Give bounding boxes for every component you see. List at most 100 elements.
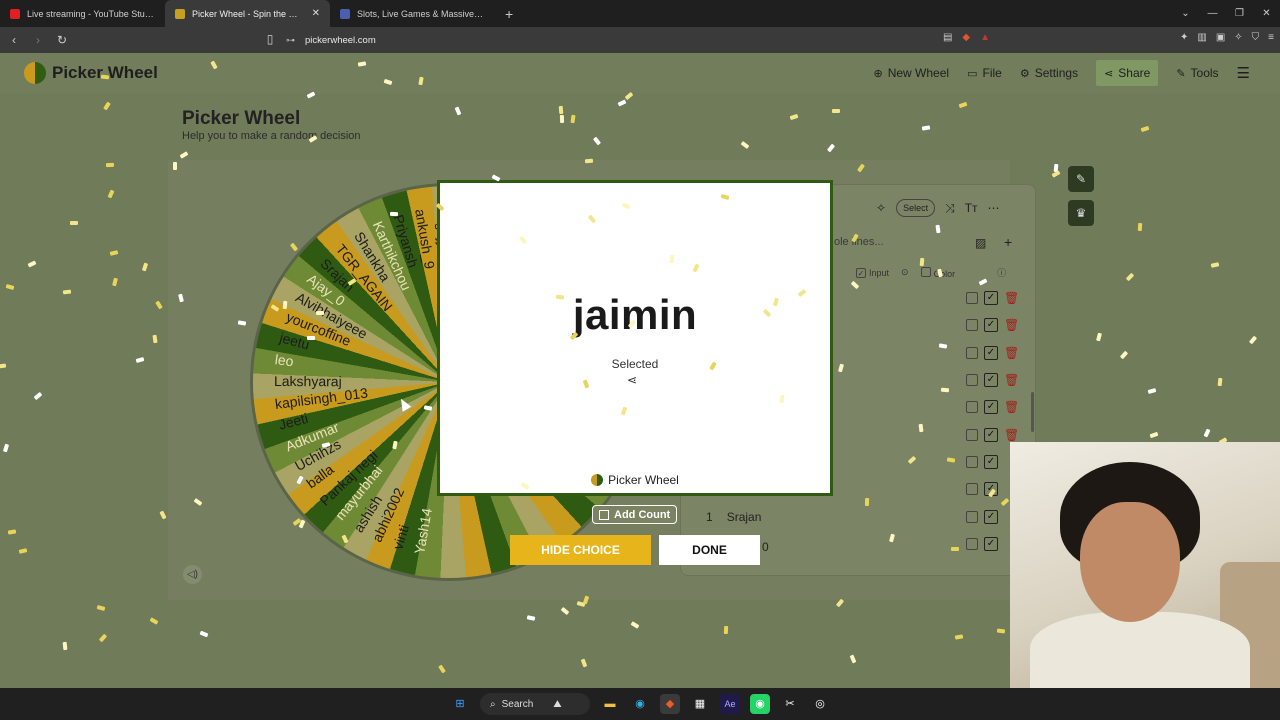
entry-checkbox[interactable]: ✓ bbox=[984, 291, 998, 305]
copy-entry-icon[interactable] bbox=[966, 347, 978, 359]
delete-entry-icon[interactable]: 🗑 bbox=[1004, 291, 1019, 305]
capcut-icon[interactable]: ✂ bbox=[780, 694, 800, 714]
back-icon[interactable]: ‹ bbox=[4, 33, 24, 47]
copy-entry-icon[interactable] bbox=[966, 483, 978, 495]
copy-entry-icon[interactable] bbox=[966, 401, 978, 413]
bookmark-icon[interactable]: ▯ bbox=[260, 32, 280, 46]
share-result-icon[interactable]: ⋖ bbox=[627, 373, 637, 387]
sound-toggle-icon[interactable]: ◁) bbox=[183, 565, 202, 584]
list-item[interactable]: 1 Srajan bbox=[706, 510, 761, 524]
minimize-icon[interactable]: — bbox=[1199, 0, 1226, 27]
microsoft-store-icon[interactable]: ▦ bbox=[690, 694, 710, 714]
confetti-piece bbox=[438, 664, 446, 674]
file-explorer-icon[interactable]: ▬ bbox=[600, 694, 620, 714]
delete-entry-icon[interactable]: 🗑 bbox=[1004, 318, 1019, 332]
info-icon[interactable]: ⓘ bbox=[997, 266, 1006, 279]
copy-entry-icon[interactable] bbox=[966, 292, 978, 304]
entry-checkbox[interactable]: ✓ bbox=[984, 400, 998, 414]
hide-choice-button[interactable]: HIDE CHOICE bbox=[510, 535, 651, 565]
file-button[interactable]: ▭ File bbox=[967, 66, 1002, 80]
trophy-icon[interactable]: ♛ bbox=[1068, 200, 1094, 226]
confetti-piece bbox=[624, 91, 634, 101]
confetti-piece bbox=[1149, 431, 1159, 439]
copy-entry-icon[interactable] bbox=[966, 374, 978, 386]
tab-picker-wheel[interactable]: Picker Wheel - Spin the Wheel to ✕ bbox=[165, 0, 330, 27]
tab-list-chevron-icon[interactable]: ⌄ bbox=[1172, 0, 1199, 27]
share-button[interactable]: ⋖ Share bbox=[1096, 60, 1159, 86]
edge-browser-icon[interactable]: ◉ bbox=[630, 694, 650, 714]
more-options-icon[interactable]: ⋯ bbox=[988, 201, 1000, 215]
obs-icon[interactable]: ◎ bbox=[810, 694, 830, 714]
tab-youtube-studio[interactable]: Live streaming - YouTube Studio bbox=[0, 0, 165, 27]
confetti-piece bbox=[1203, 428, 1211, 438]
tab-slots[interactable]: Slots, Live Games & Massive Jackpot bbox=[330, 0, 495, 27]
entry-checkbox[interactable]: ✓ bbox=[984, 455, 998, 469]
settings-button[interactable]: ⚙ Settings bbox=[1020, 66, 1078, 80]
after-effects-icon[interactable]: Ae bbox=[720, 694, 740, 714]
select-button[interactable]: Select bbox=[896, 199, 936, 217]
site-logo[interactable]: Picker Wheel bbox=[24, 62, 158, 84]
add-count-checkbox[interactable]: Add Count bbox=[592, 505, 678, 524]
taskbar-search[interactable]: ⌕ Search ⛰ bbox=[480, 693, 590, 715]
panel-scrollbar[interactable] bbox=[1031, 392, 1034, 432]
delete-entry-icon[interactable]: 🗑 bbox=[1004, 346, 1019, 360]
wallet-icon[interactable]: ▣ bbox=[1216, 32, 1225, 43]
copy-entry-icon[interactable] bbox=[966, 429, 978, 441]
add-entry-icon[interactable]: + bbox=[1004, 234, 1012, 250]
windows-start-icon[interactable]: ⊞ bbox=[450, 694, 470, 714]
eye-icon[interactable]: ⊙ bbox=[901, 267, 909, 278]
search-icon: ⌕ bbox=[490, 698, 496, 710]
sidebar-icon[interactable]: ▥ bbox=[1197, 32, 1206, 43]
close-tab-icon[interactable]: ✕ bbox=[312, 8, 320, 19]
input-column[interactable]: ✓ Input bbox=[856, 267, 889, 278]
address-bar[interactable]: ⊶ pickerwheel.com bbox=[280, 29, 1022, 51]
brave-browser-icon[interactable]: ◆ bbox=[660, 694, 680, 714]
whatsapp-icon[interactable]: ◉ bbox=[750, 694, 770, 714]
brave-shield-icon[interactable]: ◆ bbox=[962, 32, 970, 43]
nav-label: Settings bbox=[1034, 66, 1079, 80]
modal-branding: Picker Wheel bbox=[440, 473, 830, 487]
site-info-icon[interactable]: ⊶ bbox=[286, 35, 295, 46]
rewards-icon[interactable]: ▲ bbox=[980, 32, 990, 43]
confetti-piece bbox=[0, 363, 7, 369]
entry-row-controls: ✓ bbox=[966, 537, 998, 551]
confetti-piece bbox=[582, 595, 590, 605]
reload-icon[interactable]: ↻ bbox=[52, 33, 72, 47]
delete-entry-icon[interactable]: 🗑 bbox=[1004, 428, 1019, 442]
edit-wheel-icon[interactable]: ✎ bbox=[1068, 166, 1094, 192]
vpn-icon[interactable]: ⛉ bbox=[1252, 32, 1260, 43]
entry-row-controls: ✓ 🗑 bbox=[966, 291, 1019, 305]
entry-checkbox[interactable]: ✓ bbox=[984, 510, 998, 524]
copy-entry-icon[interactable] bbox=[966, 456, 978, 468]
text-size-icon[interactable]: Tт bbox=[965, 201, 978, 215]
youtube-favicon-icon bbox=[10, 8, 20, 19]
entry-checkbox[interactable]: ✓ bbox=[984, 537, 998, 551]
entry-checkbox[interactable]: ✓ bbox=[984, 373, 998, 387]
reader-mode-icon[interactable]: ▤ bbox=[943, 32, 952, 43]
done-button[interactable]: DONE bbox=[659, 535, 760, 565]
new-tab-button[interactable]: + bbox=[495, 6, 523, 22]
image-icon[interactable]: ▨ bbox=[975, 236, 986, 250]
new-wheel-button[interactable]: ⊕ New Wheel bbox=[874, 66, 950, 80]
shuffle-icon[interactable]: ⤨ bbox=[945, 201, 955, 216]
extensions-icon[interactable]: ✦ bbox=[1180, 32, 1188, 43]
entry-input[interactable]: ole lines... bbox=[834, 236, 884, 248]
copy-entry-icon[interactable] bbox=[966, 319, 978, 331]
forward-icon[interactable]: › bbox=[28, 33, 48, 47]
ai-magic-wand-icon[interactable]: ✧ bbox=[876, 201, 886, 215]
browser-menu-icon[interactable]: ≡ bbox=[1268, 32, 1274, 43]
confetti-piece bbox=[826, 143, 836, 153]
leo-ai-icon[interactable]: ✧ bbox=[1234, 32, 1242, 43]
delete-entry-icon[interactable]: 🗑 bbox=[1004, 400, 1019, 414]
entry-checkbox[interactable]: ✓ bbox=[984, 318, 998, 332]
delete-entry-icon[interactable]: 🗑 bbox=[1004, 373, 1019, 387]
close-window-icon[interactable]: ✕ bbox=[1253, 0, 1280, 27]
entry-checkbox[interactable]: ✓ bbox=[984, 346, 998, 360]
tools-button[interactable]: ✎ Tools bbox=[1176, 66, 1218, 80]
confetti-piece bbox=[559, 114, 565, 124]
hamburger-menu-icon[interactable]: ☰ bbox=[1237, 64, 1250, 82]
copy-entry-icon[interactable] bbox=[966, 511, 978, 523]
restore-icon[interactable]: ❐ bbox=[1226, 0, 1253, 27]
copy-entry-icon[interactable] bbox=[966, 538, 978, 550]
entry-checkbox[interactable]: ✓ bbox=[984, 428, 998, 442]
